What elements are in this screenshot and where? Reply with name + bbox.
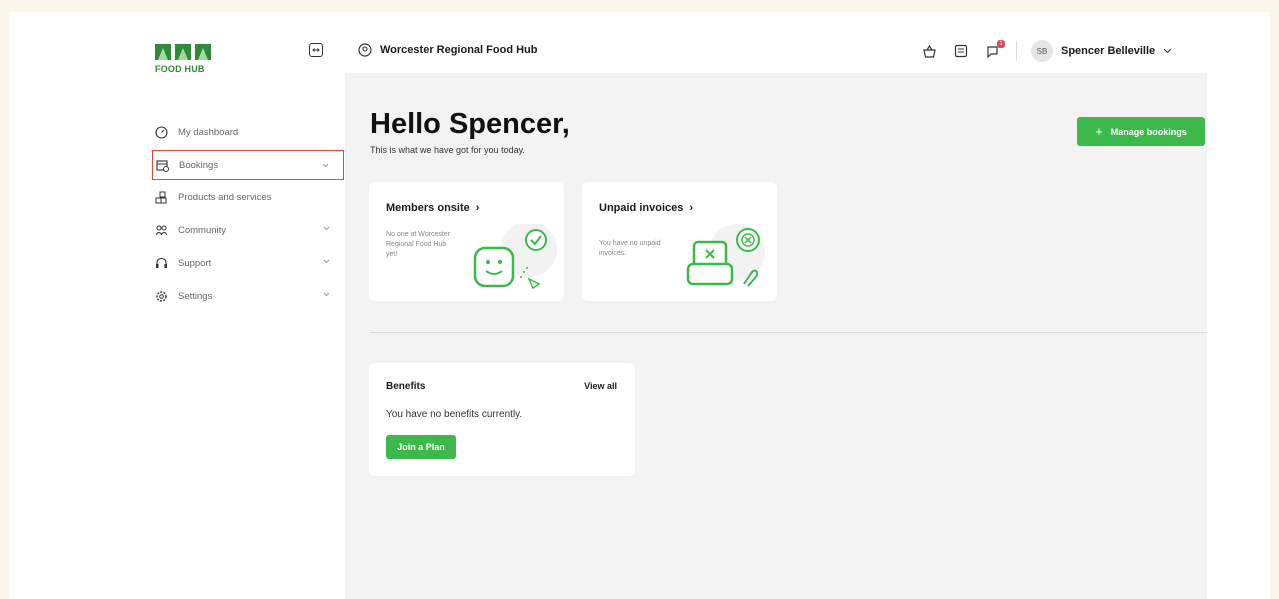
plus-icon: +	[1095, 124, 1103, 139]
unpaid-invoices-card[interactable]: Unpaid invoices › You have no unpaid inv…	[582, 182, 777, 301]
sidebar-item-label: Bookings	[179, 159, 219, 171]
sidebar-item-label: Products and services	[178, 192, 272, 203]
card-title: Unpaid invoices ›	[599, 202, 693, 214]
header-actions: 1 SB Spencer Belleville	[920, 40, 1172, 62]
members-onsite-text: No one at Worcester Regional Food Hub ye…	[386, 231, 451, 258]
collapse-icon	[312, 48, 320, 52]
chevron-down-icon	[1163, 48, 1172, 54]
members-onsite-title: Members onsite	[386, 202, 470, 214]
sidebar-item-community[interactable]: Community	[152, 214, 344, 247]
chevron-right-icon: ›	[475, 202, 480, 214]
community-icon	[154, 223, 169, 238]
main-content: Hello Spencer, This is what we have got …	[345, 73, 1207, 599]
chevron-right-icon: ›	[689, 202, 694, 214]
chevron-down-icon	[323, 226, 330, 231]
food-hub-logo[interactable]: FOOD HUB	[155, 42, 215, 76]
chevron-down-icon	[323, 259, 330, 264]
join-plan-button[interactable]: Join a Plan	[386, 435, 456, 459]
chevron-down-icon	[323, 292, 330, 297]
calendar-button[interactable]	[952, 42, 970, 60]
view-all-link[interactable]: View all	[584, 381, 617, 391]
unpaid-invoices-text: You have no unpaid invoices.	[599, 240, 661, 257]
sidebar-item-settings[interactable]: Settings	[152, 280, 344, 313]
dashboard-icon	[154, 125, 169, 140]
user-name: Spencer Belleville	[1061, 45, 1156, 57]
sidebar-nav: My dashboard Bookings Products and servi…	[152, 116, 344, 313]
sidebar-item-label: Community	[178, 225, 227, 236]
logo-text: FOOD HUB	[155, 64, 205, 74]
location-pin-icon	[358, 43, 372, 57]
location-name: Worcester Regional Food Hub	[380, 44, 538, 56]
members-onsite-card[interactable]: Members onsite › No one at Worcester Reg…	[369, 182, 564, 301]
notifications-button[interactable]: 1	[984, 40, 1005, 60]
location-selector[interactable]: Worcester Regional Food Hub	[358, 43, 537, 57]
sidebar-item-support[interactable]: Support	[152, 247, 344, 280]
sidebar-item-label: Settings	[178, 291, 213, 302]
section-divider	[370, 332, 1207, 333]
sidebar-item-label: My dashboard	[178, 127, 239, 138]
manage-bookings-label: Manage bookings	[1110, 126, 1187, 137]
card-title: Members onsite ›	[386, 202, 479, 214]
sidebar-item-products[interactable]: Products and services	[152, 181, 344, 214]
header-divider	[1016, 41, 1017, 61]
page-subtitle: This is what we have got for you today.	[370, 145, 525, 155]
smiley-illustration-icon	[473, 224, 557, 290]
basket-icon	[922, 44, 936, 58]
sidebar-item-bookings[interactable]: Bookings	[152, 150, 344, 180]
sidebar-item-my-dashboard[interactable]: My dashboard	[152, 116, 344, 149]
bookings-icon	[155, 158, 170, 173]
support-icon	[154, 256, 169, 271]
collapse-sidebar-button[interactable]	[309, 43, 323, 57]
calendar-icon	[954, 44, 968, 58]
notification-badge: 1	[997, 40, 1005, 48]
page-title: Hello Spencer,	[370, 108, 570, 140]
invoice-illustration-icon	[686, 224, 765, 287]
manage-bookings-button[interactable]: + Manage bookings	[1077, 117, 1205, 146]
logo-mark-icon	[155, 44, 211, 60]
unpaid-invoices-title: Unpaid invoices	[599, 202, 684, 214]
avatar: SB	[1031, 40, 1053, 62]
user-menu[interactable]: SB Spencer Belleville	[1031, 40, 1172, 62]
products-icon	[154, 190, 169, 205]
chevron-down-icon	[322, 163, 329, 168]
cart-button[interactable]	[920, 42, 938, 60]
benefits-card: Benefits View all You have no benefits c…	[369, 363, 635, 476]
sidebar-item-label: Support	[178, 258, 212, 269]
benefits-title: Benefits	[386, 381, 426, 392]
benefits-empty-text: You have no benefits currently.	[386, 409, 523, 420]
gear-icon	[154, 289, 169, 304]
